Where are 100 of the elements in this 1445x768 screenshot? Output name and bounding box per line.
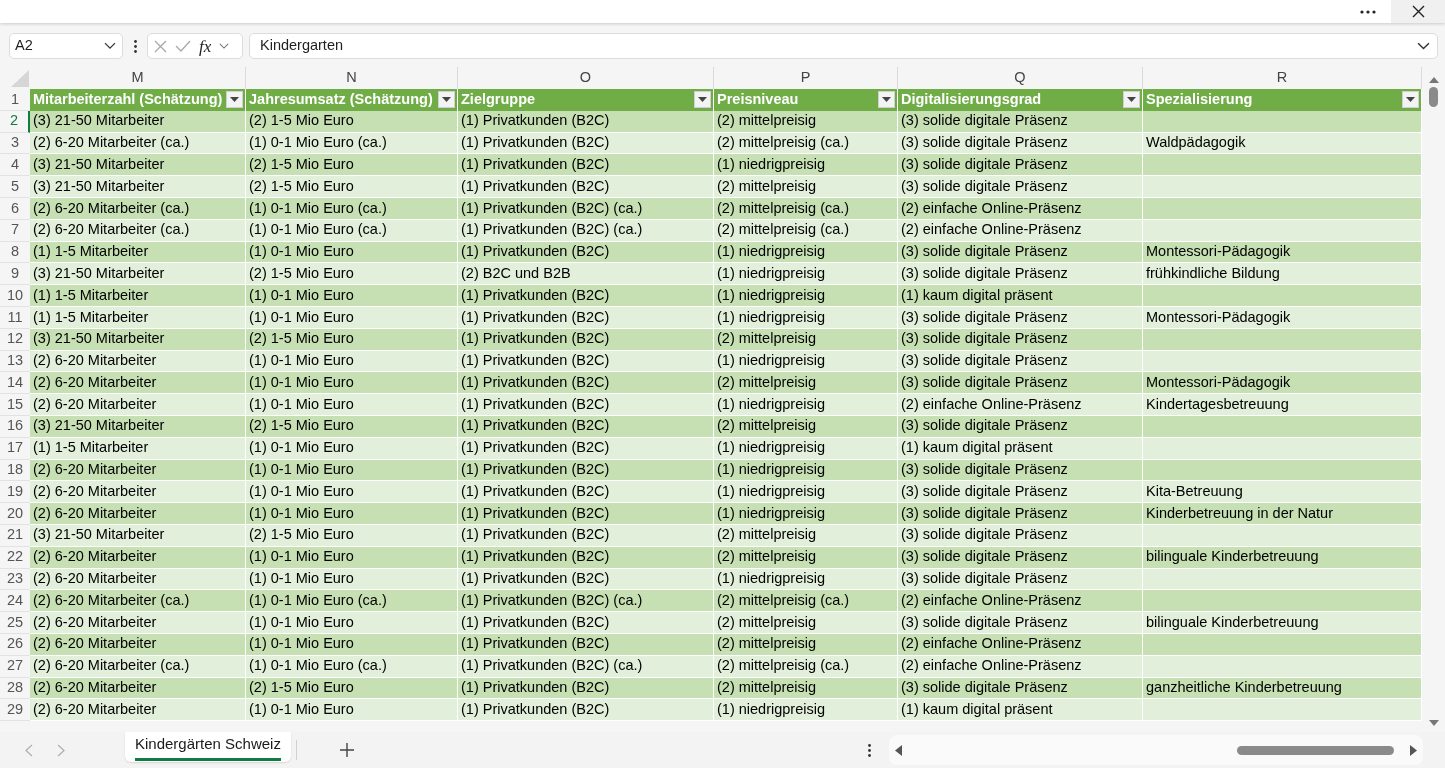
caret-down-icon: [882, 97, 891, 103]
scroll-thumb[interactable]: [1237, 745, 1394, 755]
table-cell: (1) Privatkunden (B2C): [458, 110, 714, 132]
table-cell: (1) niedrigpreisig: [714, 394, 898, 415]
scroll-right-icon[interactable]: [1410, 744, 1417, 756]
table-cell: (2) 6-20 Mitarbeiter: [30, 503, 246, 524]
table-cell: (1) kaum digital präsent: [898, 285, 1143, 306]
table-cell: (1) Privatkunden (B2C): [458, 677, 714, 699]
header-label: Preisniveau: [717, 90, 799, 109]
table-cell: frühkindliche Bildung: [1143, 263, 1422, 285]
scroll-down-icon[interactable]: [1428, 720, 1439, 726]
filter-button[interactable]: [1402, 91, 1419, 109]
table-cell: (1) Privatkunden (B2C): [458, 285, 714, 306]
table-cell: (1) kaum digital präsent: [898, 699, 1143, 721]
close-button[interactable]: [1391, 0, 1445, 23]
table-cell: (1) 0-1 Mio Euro: [246, 306, 458, 328]
chevron-down-icon: [1417, 42, 1430, 50]
table-cell: (1) niedrigpreisig: [714, 503, 898, 524]
insert-function-button[interactable]: fx: [199, 37, 212, 55]
table-cell: (3) solide digitale Präsenz: [898, 372, 1143, 394]
table-cell: (1) Privatkunden (B2C): [458, 437, 714, 459]
table-cell: (2) 1-5 Mio Euro: [246, 154, 458, 176]
table-cell: (1) niedrigpreisig: [714, 285, 898, 306]
table-cell: (3) solide digitale Präsenz: [898, 350, 1143, 372]
table-cell: (1) 0-1 Mio Euro: [246, 394, 458, 415]
table-cell: (2) mittelpreisig: [714, 633, 898, 655]
chevron-down-icon: [104, 42, 116, 50]
plus-icon[interactable]: [339, 743, 354, 757]
table-cell: (1) 1-5 Mitarbeiter: [30, 306, 246, 328]
table-cell: (1) niedrigpreisig: [714, 241, 898, 263]
table-cell: (1) 0-1 Mio Euro (ca.): [246, 655, 458, 677]
table-cell: (2) 6-20 Mitarbeiter: [30, 350, 246, 372]
table-cell: (1) 0-1 Mio Euro: [246, 633, 458, 655]
table-cell: (3) solide digitale Präsenz: [898, 481, 1143, 503]
table-cell: (1) 0-1 Mio Euro (ca.): [246, 219, 458, 241]
table-cell: (3) solide digitale Präsenz: [898, 176, 1143, 197]
header-label: Mitarbeiterzahl (Schätzung): [33, 90, 223, 109]
table-cell: Montessori-Pädagogik: [1143, 372, 1422, 394]
table-cell: (1) Privatkunden (B2C): [458, 241, 714, 263]
table-cell: (2) einfache Online-Präsenz: [898, 633, 1143, 655]
check-icon[interactable]: [175, 40, 191, 52]
table-cell: (3) 21-50 Mitarbeiter: [30, 524, 246, 546]
table-cell: (1) 0-1 Mio Euro: [246, 372, 458, 394]
table-cell: (2) 1-5 Mio Euro: [246, 524, 458, 546]
cancel-icon[interactable]: [154, 39, 167, 53]
table-cell: (1) Privatkunden (B2C) (ca.): [458, 655, 714, 677]
table-cell: Kindertagesbetreuung: [1143, 394, 1422, 415]
table-cell: (2) 6-20 Mitarbeiter (ca.): [30, 198, 246, 219]
filter-button[interactable]: [694, 91, 711, 109]
header-label: Spezialisierung: [1146, 90, 1253, 109]
scroll-left-icon[interactable]: [895, 744, 902, 756]
table-cell: (2) mittelpreisig: [714, 612, 898, 633]
table-cell: (2) 6-20 Mitarbeiter (ca.): [30, 590, 246, 612]
sheet-tab[interactable]: Kindergärten Schweiz: [125, 732, 291, 762]
table-cell: (1) niedrigpreisig: [714, 350, 898, 372]
caret-down-icon: [1127, 97, 1136, 103]
table-cell: (1) 0-1 Mio Euro: [246, 503, 458, 524]
horizontal-scrollbar[interactable]: [889, 735, 1423, 765]
table-cell: (1) Privatkunden (B2C): [458, 176, 714, 197]
table-cell: (1) 0-1 Mio Euro: [246, 699, 458, 721]
table-cell: (3) solide digitale Präsenz: [898, 459, 1143, 481]
table-cell: (1) niedrigpreisig: [714, 263, 898, 285]
table-cell: (1) niedrigpreisig: [714, 459, 898, 481]
table-cell: (1) Privatkunden (B2C) (ca.): [458, 590, 714, 612]
filter-button[interactable]: [226, 91, 243, 109]
table-cell: (2) 1-5 Mio Euro: [246, 677, 458, 699]
table-cell: (1) niedrigpreisig: [714, 306, 898, 328]
table-cell: (1) 0-1 Mio Euro (ca.): [246, 590, 458, 612]
table-cell: (3) solide digitale Präsenz: [898, 263, 1143, 285]
table-cell: (2) mittelpreisig: [714, 524, 898, 546]
table-cell: (3) solide digitale Präsenz: [898, 328, 1143, 350]
table-cell: Montessori-Pädagogik: [1143, 241, 1422, 263]
formula-input[interactable]: Kindergarten: [249, 33, 1438, 59]
table-cell: (2) 1-5 Mio Euro: [246, 263, 458, 285]
caret-down-icon: [1406, 97, 1415, 103]
table-cell: (2) 6-20 Mitarbeiter: [30, 677, 246, 699]
table-cell: (2) 1-5 Mio Euro: [246, 328, 458, 350]
table-cell: (3) solide digitale Präsenz: [898, 306, 1143, 328]
filter-button[interactable]: [878, 91, 895, 109]
table-cell: (1) Privatkunden (B2C): [458, 699, 714, 721]
table-cell: (1) 0-1 Mio Euro: [246, 241, 458, 263]
filter-button[interactable]: [1123, 91, 1140, 109]
table-cell: (1) Privatkunden (B2C): [458, 633, 714, 655]
table-cell: (3) solide digitale Präsenz: [898, 241, 1143, 263]
scroll-thumb[interactable]: [1429, 87, 1438, 107]
table-cell: Waldpädagogik: [1143, 132, 1422, 154]
table-cell: (1) 0-1 Mio Euro: [246, 285, 458, 306]
table-cell: (3) solide digitale Präsenz: [898, 503, 1143, 524]
table-cell: (1) Privatkunden (B2C): [458, 306, 714, 328]
filter-button[interactable]: [438, 91, 455, 109]
table-cell: (1) 1-5 Mitarbeiter: [30, 241, 246, 263]
header-label: Zielgruppe: [461, 90, 536, 109]
table-cell: (1) 0-1 Mio Euro (ca.): [246, 198, 458, 219]
table-cell: (3) 21-50 Mitarbeiter: [30, 263, 246, 285]
name-box[interactable]: A2: [9, 33, 123, 59]
table-cell: (1) Privatkunden (B2C): [458, 328, 714, 350]
scroll-up-icon[interactable]: [1428, 77, 1439, 83]
table-cell: (2) 1-5 Mio Euro: [246, 176, 458, 197]
table-cell: (1) Privatkunden (B2C) (ca.): [458, 219, 714, 241]
table-cell: (3) solide digitale Präsenz: [898, 612, 1143, 633]
